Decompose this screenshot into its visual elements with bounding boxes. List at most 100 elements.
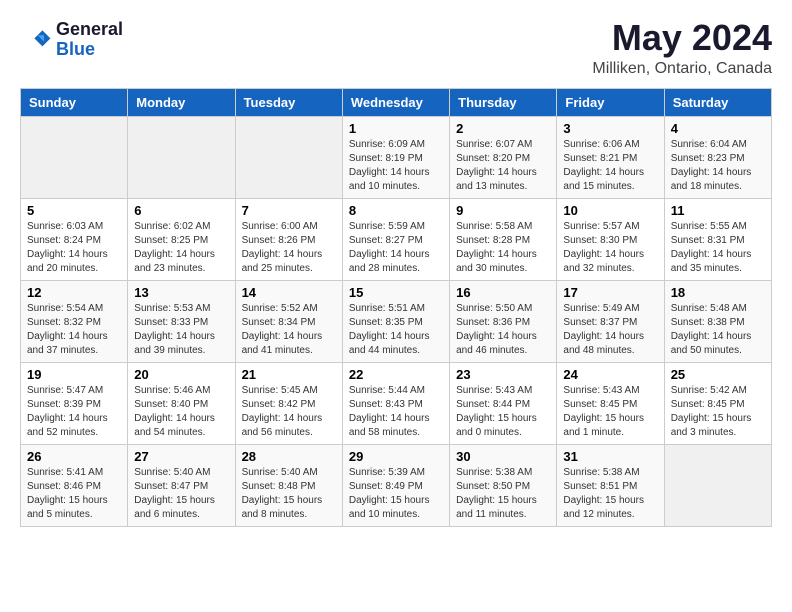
- day-info: Sunrise: 5:45 AM Sunset: 8:42 PM Dayligh…: [242, 384, 336, 440]
- day-number: 17: [563, 285, 657, 300]
- calendar-week-5: 26Sunrise: 5:41 AM Sunset: 8:46 PM Dayli…: [21, 445, 772, 527]
- calendar-cell: 26Sunrise: 5:41 AM Sunset: 8:46 PM Dayli…: [21, 445, 128, 527]
- calendar-cell: 19 Sunrise: 5:47 AM Sunset: 8:39 PM Dayli…: [21, 363, 128, 445]
- day-info: Sunrise: 5:51 AM Sunset: 8:35 PM Dayligh…: [349, 302, 443, 358]
- calendar-week-2: 5 Sunrise: 6:03 AM Sunset: 8:24 PM Daylig…: [21, 199, 772, 281]
- calendar-cell: 23 Sunrise: 5:43 AM Sunset: 8:44 PM Dayli…: [450, 363, 557, 445]
- day-number: 2: [456, 121, 550, 136]
- calendar-cell: 11 Sunrise: 5:55 AM Sunset: 8:31 PM Dayli…: [664, 199, 771, 281]
- day-info: Sunrise: 5:46 AM Sunset: 8:40 PM Dayligh…: [134, 384, 228, 440]
- calendar-table: SundayMondayTuesdayWednesdayThursdayFrid…: [20, 88, 772, 527]
- day-number: 15: [349, 285, 443, 300]
- day-number: 7: [242, 203, 336, 218]
- calendar-cell: 2Sunrise: 6:07 AM Sunset: 8:20 PM Daylig…: [450, 117, 557, 199]
- day-info: Sunrise: 5:59 AM Sunset: 8:27 PM Dayligh…: [349, 220, 443, 276]
- calendar-cell: 3Sunrise: 6:06 AM Sunset: 8:21 PM Daylig…: [557, 117, 664, 199]
- calendar-cell: 28Sunrise: 5:40 AM Sunset: 8:48 PM Dayli…: [235, 445, 342, 527]
- day-header-monday: Monday: [128, 89, 235, 117]
- day-header-wednesday: Wednesday: [342, 89, 449, 117]
- calendar-cell: 13Sunrise: 5:53 AM Sunset: 8:33 PM Dayli…: [128, 281, 235, 363]
- calendar-cell: 27 Sunrise: 5:40 AM Sunset: 8:47 PM Dayli…: [128, 445, 235, 527]
- logo-icon: [20, 24, 52, 56]
- day-number: 1: [349, 121, 443, 136]
- calendar-week-4: 19 Sunrise: 5:47 AM Sunset: 8:39 PM Dayli…: [21, 363, 772, 445]
- day-number: 18: [671, 285, 765, 300]
- day-info: Sunrise: 5:48 AM Sunset: 8:38 PM Dayligh…: [671, 302, 765, 358]
- page-header: General Blue May 2024 Milliken, Ontario,…: [20, 20, 772, 78]
- day-number: 23: [456, 367, 550, 382]
- day-info: Sunrise: 5:44 AM Sunset: 8:43 PM Dayligh…: [349, 384, 443, 440]
- calendar-cell: 6 Sunrise: 6:02 AM Sunset: 8:25 PM Daylig…: [128, 199, 235, 281]
- title-area: May 2024 Milliken, Ontario, Canada: [592, 20, 772, 78]
- logo: General Blue: [20, 20, 123, 60]
- calendar-cell: 15 Sunrise: 5:51 AM Sunset: 8:35 PM Dayli…: [342, 281, 449, 363]
- day-info: Sunrise: 5:43 AM Sunset: 8:45 PM Dayligh…: [563, 384, 657, 440]
- calendar-cell: 18 Sunrise: 5:48 AM Sunset: 8:38 PM Dayli…: [664, 281, 771, 363]
- day-number: 3: [563, 121, 657, 136]
- day-number: 14: [242, 285, 336, 300]
- day-info: Sunrise: 5:47 AM Sunset: 8:39 PM Dayligh…: [27, 384, 121, 440]
- day-number: 19: [27, 367, 121, 382]
- day-info: Sunrise: 5:53 AM Sunset: 8:33 PM Dayligh…: [134, 302, 228, 358]
- calendar-cell: 9Sunrise: 5:58 AM Sunset: 8:28 PM Daylig…: [450, 199, 557, 281]
- day-info: Sunrise: 6:00 AM Sunset: 8:26 PM Dayligh…: [242, 220, 336, 276]
- day-header-saturday: Saturday: [664, 89, 771, 117]
- calendar-cell: 25Sunrise: 5:42 AM Sunset: 8:45 PM Dayli…: [664, 363, 771, 445]
- day-info: Sunrise: 5:55 AM Sunset: 8:31 PM Dayligh…: [671, 220, 765, 276]
- day-number: 10: [563, 203, 657, 218]
- day-number: 5: [27, 203, 121, 218]
- logo-text: General Blue: [56, 20, 123, 60]
- calendar-cell: 17Sunrise: 5:49 AM Sunset: 8:37 PM Dayli…: [557, 281, 664, 363]
- day-number: 11: [671, 203, 765, 218]
- day-number: 24: [563, 367, 657, 382]
- day-number: 4: [671, 121, 765, 136]
- day-info: Sunrise: 5:43 AM Sunset: 8:44 PM Dayligh…: [456, 384, 550, 440]
- day-info: Sunrise: 6:03 AM Sunset: 8:24 PM Dayligh…: [27, 220, 121, 276]
- day-info: Sunrise: 6:02 AM Sunset: 8:25 PM Dayligh…: [134, 220, 228, 276]
- calendar-cell: 4 Sunrise: 6:04 AM Sunset: 8:23 PM Daylig…: [664, 117, 771, 199]
- calendar-cell: [235, 117, 342, 199]
- day-number: 9: [456, 203, 550, 218]
- day-info: Sunrise: 5:52 AM Sunset: 8:34 PM Dayligh…: [242, 302, 336, 358]
- logo-line1: General: [56, 20, 123, 40]
- calendar-cell: 10 Sunrise: 5:57 AM Sunset: 8:30 PM Dayli…: [557, 199, 664, 281]
- calendar-week-3: 12 Sunrise: 5:54 AM Sunset: 8:32 PM Dayli…: [21, 281, 772, 363]
- day-number: 21: [242, 367, 336, 382]
- day-info: Sunrise: 5:40 AM Sunset: 8:48 PM Dayligh…: [242, 466, 336, 522]
- calendar-cell: 22Sunrise: 5:44 AM Sunset: 8:43 PM Dayli…: [342, 363, 449, 445]
- day-number: 30: [456, 449, 550, 464]
- calendar-cell: 21 Sunrise: 5:45 AM Sunset: 8:42 PM Dayli…: [235, 363, 342, 445]
- calendar-cell: 31Sunrise: 5:38 AM Sunset: 8:51 PM Dayli…: [557, 445, 664, 527]
- day-info: Sunrise: 5:39 AM Sunset: 8:49 PM Dayligh…: [349, 466, 443, 522]
- calendar-cell: 16 Sunrise: 5:50 AM Sunset: 8:36 PM Dayli…: [450, 281, 557, 363]
- calendar-cell: 14 Sunrise: 5:52 AM Sunset: 8:34 PM Dayli…: [235, 281, 342, 363]
- day-number: 6: [134, 203, 228, 218]
- day-info: Sunrise: 5:40 AM Sunset: 8:47 PM Dayligh…: [134, 466, 228, 522]
- calendar-week-1: 1Sunrise: 6:09 AM Sunset: 8:19 PM Daylig…: [21, 117, 772, 199]
- day-header-sunday: Sunday: [21, 89, 128, 117]
- day-number: 27: [134, 449, 228, 464]
- day-info: Sunrise: 5:38 AM Sunset: 8:51 PM Dayligh…: [563, 466, 657, 522]
- calendar-cell: 20 Sunrise: 5:46 AM Sunset: 8:40 PM Dayli…: [128, 363, 235, 445]
- calendar-cell: 29Sunrise: 5:39 AM Sunset: 8:49 PM Dayli…: [342, 445, 449, 527]
- calendar-cell: 8 Sunrise: 5:59 AM Sunset: 8:27 PM Daylig…: [342, 199, 449, 281]
- location-subtitle: Milliken, Ontario, Canada: [592, 60, 772, 78]
- day-info: Sunrise: 5:42 AM Sunset: 8:45 PM Dayligh…: [671, 384, 765, 440]
- day-number: 26: [27, 449, 121, 464]
- calendar-cell: 5 Sunrise: 6:03 AM Sunset: 8:24 PM Daylig…: [21, 199, 128, 281]
- calendar-cell: [128, 117, 235, 199]
- calendar-cell: 30Sunrise: 5:38 AM Sunset: 8:50 PM Dayli…: [450, 445, 557, 527]
- day-number: 8: [349, 203, 443, 218]
- day-info: Sunrise: 5:57 AM Sunset: 8:30 PM Dayligh…: [563, 220, 657, 276]
- day-number: 16: [456, 285, 550, 300]
- month-title: May 2024: [592, 20, 772, 56]
- day-info: Sunrise: 5:54 AM Sunset: 8:32 PM Dayligh…: [27, 302, 121, 358]
- day-number: 12: [27, 285, 121, 300]
- day-number: 20: [134, 367, 228, 382]
- day-header-friday: Friday: [557, 89, 664, 117]
- calendar-cell: 12 Sunrise: 5:54 AM Sunset: 8:32 PM Dayli…: [21, 281, 128, 363]
- calendar-cell: [21, 117, 128, 199]
- logo-line2: Blue: [56, 40, 123, 60]
- day-info: Sunrise: 6:04 AM Sunset: 8:23 PM Dayligh…: [671, 138, 765, 194]
- day-info: Sunrise: 5:50 AM Sunset: 8:36 PM Dayligh…: [456, 302, 550, 358]
